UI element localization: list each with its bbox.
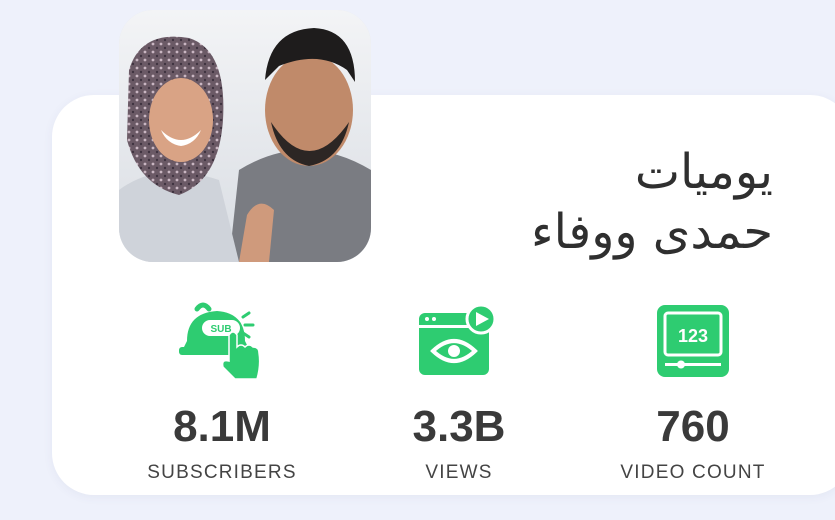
- channel-name-line1: يوميات: [634, 144, 773, 200]
- video-count-icon: 123: [583, 300, 803, 382]
- video-views-icon: [349, 300, 569, 382]
- video-count-value: 760: [656, 402, 730, 451]
- views-label: VIEWS: [425, 462, 493, 483]
- svg-text:SUB: SUB: [210, 324, 231, 335]
- subscribers-value: 8.1M: [173, 402, 271, 451]
- channel-name-line2: حمدى ووفاء: [531, 204, 773, 260]
- channel-name: يوميات حمدى ووفاء: [353, 142, 773, 262]
- stat-subscribers: SUB 8.1M SUBSCRIBERS: [112, 300, 332, 484]
- channel-avatar: [119, 10, 371, 262]
- svg-text:123: 123: [678, 326, 708, 346]
- stat-video-count: 123 760 VIDEO COUNT: [583, 300, 803, 484]
- video-count-label: VIDEO COUNT: [620, 462, 766, 483]
- subscribe-bell-icon: SUB: [112, 300, 332, 382]
- views-value: 3.3B: [412, 402, 506, 451]
- stat-views: 3.3B VIEWS: [349, 300, 569, 484]
- subscribers-label: SUBSCRIBERS: [147, 462, 297, 483]
